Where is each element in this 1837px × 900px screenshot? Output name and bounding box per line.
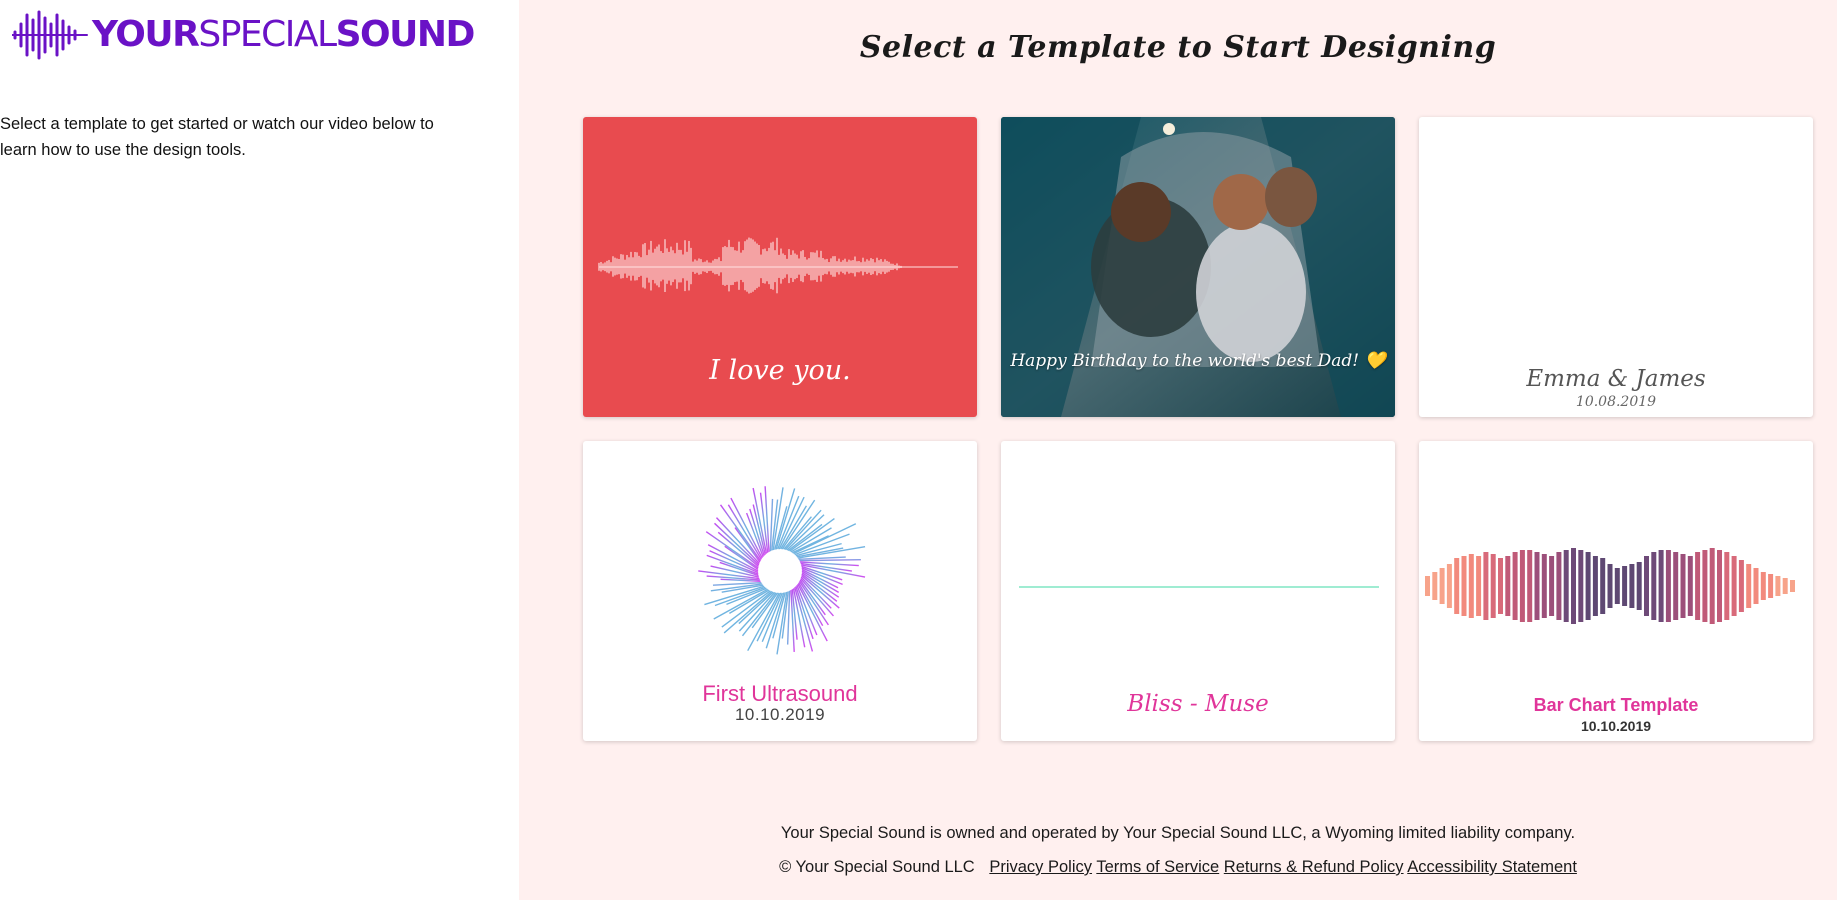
privacy-policy-link[interactable]: Privacy Policy <box>989 858 1092 876</box>
template-caption: Bar Chart Template <box>1533 695 1699 715</box>
template-card-i-love-you[interactable]: I love you. <box>583 117 977 417</box>
photo-graphic <box>1001 117 1395 417</box>
template-card-happy-birthday[interactable]: Happy Birthday to the world's best Dad! … <box>1001 117 1395 417</box>
terms-of-service-link[interactable]: Terms of Service <box>1096 858 1219 876</box>
template-caption: Happy Birthday to the world's best Dad! … <box>1010 351 1386 371</box>
refund-policy-link[interactable]: Returns & Refund Policy <box>1224 858 1404 876</box>
template-date: 10.10.2019 <box>734 705 826 724</box>
template-caption: Emma & James <box>1526 366 1706 392</box>
ownership-notice: Your Special Sound is owned and operated… <box>780 824 1576 842</box>
brand-name: YOURSPECIALSOUND <box>92 14 475 55</box>
sidebar: YOURSPECIALSOUND Select a template to ge… <box>0 0 519 900</box>
template-date: 10.10.2019 <box>1580 718 1652 734</box>
template-caption: I love you. <box>709 355 851 386</box>
main-content: Select a Template to Start Designing I l… <box>519 0 1837 900</box>
template-card-bar-chart[interactable]: Bar Chart Template 10.10.2019 <box>1419 441 1813 741</box>
brand-logo[interactable]: YOURSPECIALSOUND <box>12 10 475 60</box>
footer-links: © Your Special Sound LLC Privacy Policy … <box>519 858 1837 877</box>
accessibility-statement-link[interactable]: Accessibility Statement <box>1407 858 1577 876</box>
copyright-text: © Your Special Sound LLC <box>779 858 975 876</box>
template-card-first-ultrasound[interactable]: First Ultrasound 10.10.2019 <box>583 441 977 741</box>
template-caption: Bliss - Muse <box>1127 691 1269 717</box>
page-title: Select a Template to Start Designing <box>859 30 1497 65</box>
intro-text: Select a template to get started or watc… <box>0 115 434 159</box>
soundwave-logo-icon <box>12 10 88 60</box>
template-card-emma-james[interactable]: Emma & James 10.08.2019 <box>1419 117 1813 417</box>
template-card-bliss-muse[interactable]: Bliss - Muse <box>1001 441 1395 741</box>
template-date: 10.08.2019 <box>1575 394 1657 410</box>
template-caption: First Ultrasound <box>702 681 858 706</box>
